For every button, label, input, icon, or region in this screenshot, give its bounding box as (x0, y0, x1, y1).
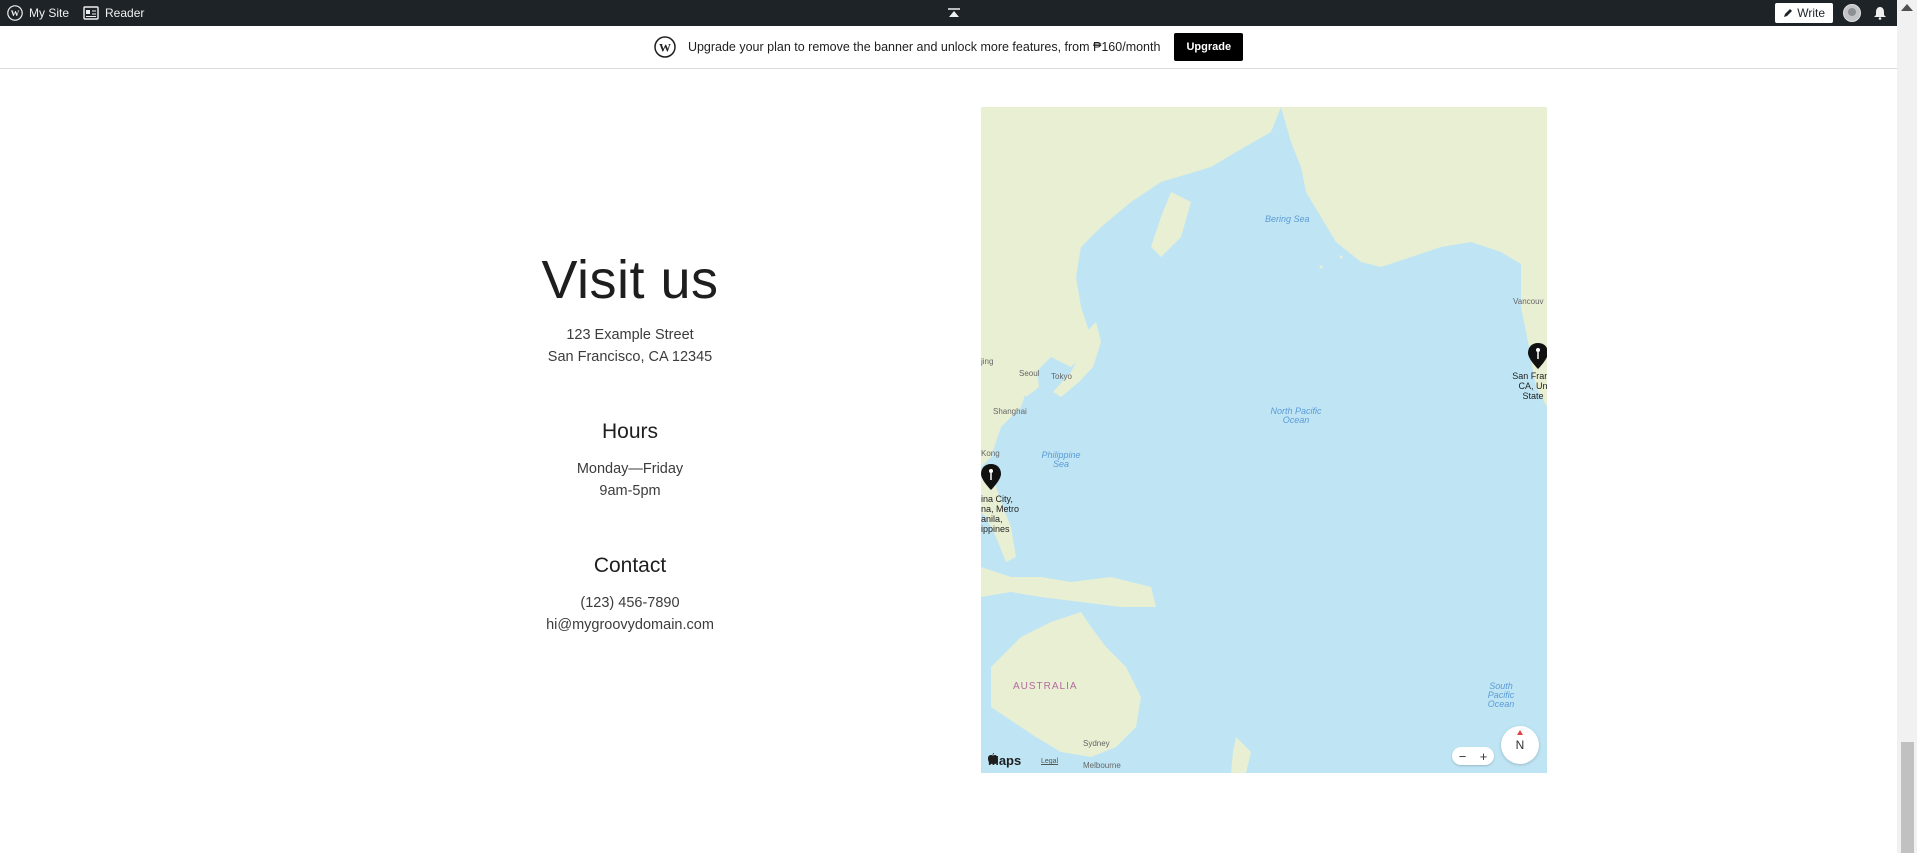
hours-heading: Hours (601, 420, 659, 443)
place-vancouver: Vancouv (1513, 297, 1544, 306)
write-label: Write (1797, 6, 1825, 20)
map-label-north-pacific: North Pacific Ocean (1270, 406, 1322, 425)
map-label-bering-sea: Bering Sea (1265, 214, 1310, 224)
apple-maps-logo: Maps (988, 753, 1021, 768)
place-beijing: jing (981, 357, 994, 366)
svg-text:W: W (11, 8, 20, 18)
address-line-2: San Francisco, CA 12345 (547, 349, 713, 365)
place-shanghai: Shanghai (993, 407, 1027, 416)
bell-icon[interactable] (1871, 4, 1889, 22)
contact-heading: Contact (593, 554, 667, 577)
reader-icon (83, 6, 99, 20)
write-button[interactable]: Write (1775, 3, 1833, 23)
place-melbourne: Melbourne (1083, 761, 1121, 770)
map[interactable]: Bering Sea North Pacific Ocean South Pac… (981, 107, 1547, 773)
reader-label: Reader (105, 6, 145, 20)
email[interactable]: hi@mygroovydomain.com (430, 614, 830, 636)
place-sydney: Sydney (1083, 739, 1110, 748)
map-pin-icon[interactable] (981, 464, 1001, 490)
zoom-in-button[interactable]: + (1480, 749, 1488, 764)
place-tokyo: Tokyo (1051, 372, 1072, 381)
pin-label-san-francisco: San Franc CA, Un State (1512, 371, 1547, 401)
compass-icon[interactable]: N (1501, 726, 1539, 764)
phone[interactable]: (123) 456-7890 (430, 592, 830, 614)
map-label-australia: AUSTRALIA (1013, 681, 1078, 692)
my-site-label: My Site (29, 6, 70, 20)
admin-bar: W My Site Reader Write (0, 0, 1917, 26)
svg-text:W: W (659, 41, 671, 55)
wordpress-icon: W (654, 36, 676, 58)
address-line-1: 123 Example Street (566, 327, 694, 343)
upgrade-button[interactable]: Upgrade (1174, 33, 1244, 61)
pen-icon (1784, 9, 1793, 17)
legal-link[interactable]: Legal (1041, 758, 1058, 765)
map-label-south-pacific: South Pacific Ocean (1487, 681, 1515, 709)
collapse-icon[interactable] (945, 5, 963, 21)
hours-days: Monday—Friday (576, 461, 684, 477)
hours-time: 9am-5pm (599, 483, 661, 499)
wordpress-icon: W (7, 5, 23, 21)
place-hong-kong: Kong (981, 449, 1000, 458)
reader-button[interactable]: Reader (76, 0, 151, 26)
compass-label: N (1515, 738, 1525, 752)
map-base (981, 107, 1547, 773)
upgrade-banner: W Upgrade your plan to remove the banner… (0, 26, 1897, 69)
scrollbar[interactable] (1897, 0, 1917, 853)
my-site-button[interactable]: W My Site (0, 0, 76, 26)
map-pin-icon[interactable] (1528, 343, 1547, 369)
avatar[interactable] (1843, 4, 1861, 22)
pin-label-manila: ina City, na, Metro anila, ippines (981, 494, 1020, 534)
place-seoul: Seoul (1019, 369, 1040, 378)
zoom-control: − + (1452, 747, 1494, 765)
scroll-thumb[interactable] (1901, 742, 1914, 853)
apple-icon (988, 753, 998, 764)
page-title: Visit us (541, 250, 719, 310)
banner-message: Upgrade your plan to remove the banner a… (687, 40, 1161, 54)
visit-info: Visit us 123 Example Street San Francisc… (430, 240, 830, 636)
map-label-philippine-sea: Philippine Sea (1041, 450, 1081, 469)
scroll-up-icon[interactable] (1901, 4, 1913, 11)
zoom-out-button[interactable]: − (1459, 749, 1467, 764)
